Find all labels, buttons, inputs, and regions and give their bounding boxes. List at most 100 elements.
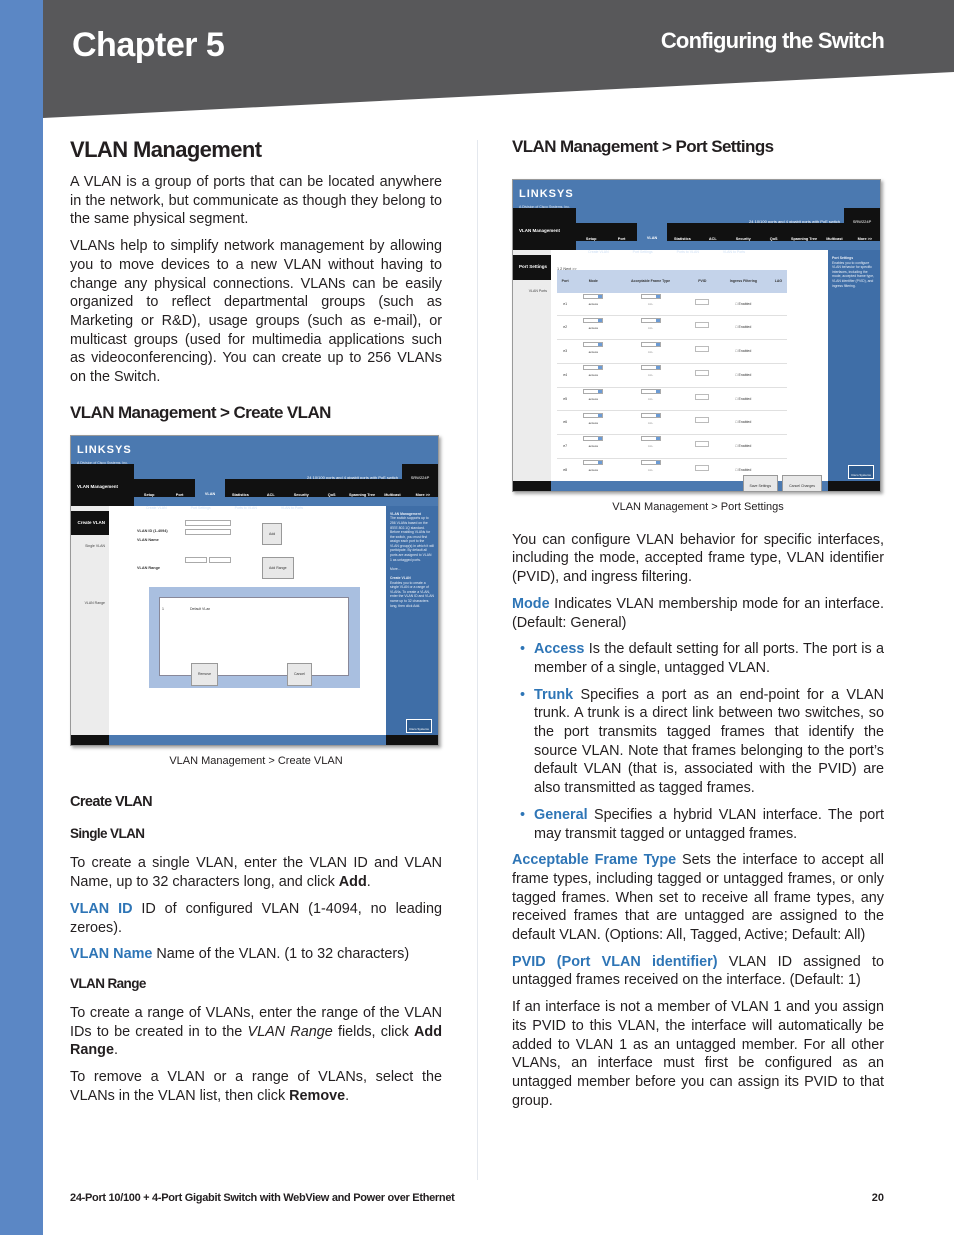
tab-more[interactable]: More >> (408, 479, 438, 497)
add-button[interactable]: Add (262, 522, 283, 546)
vlan-management-heading: VLAN Management (70, 137, 262, 162)
frame-type-select[interactable]: ALL (640, 389, 661, 401)
tab-statistics[interactable]: Statistics (225, 479, 255, 497)
subtab-vlan-to-ports[interactable]: VLAN to Ports (711, 241, 757, 254)
subtab-port-settings[interactable]: Port Settings (179, 497, 223, 510)
vlan-range-subheading: VLAN Range (70, 975, 146, 991)
mode-select[interactable]: access (583, 412, 604, 425)
mode-select[interactable]: access (583, 365, 604, 377)
tab-qos[interactable]: QoS (316, 479, 346, 497)
tab-vlan-management[interactable]: VLAN Management (636, 219, 668, 259)
subtab-vlan-to-ports[interactable]: VLAN to Ports (269, 497, 315, 510)
tab-multicast[interactable]: Multicast (377, 479, 407, 497)
pvid-input[interactable] (695, 440, 710, 447)
port-intro-paragraph: You can configure VLAN behavior for spec… (512, 531, 884, 586)
tab-vlan-management[interactable]: VLAN Management (194, 474, 226, 514)
pvid-input[interactable] (695, 393, 710, 400)
tab-acl[interactable]: ACL (256, 479, 286, 497)
port-cell: e2 (557, 315, 574, 341)
tab-setup[interactable]: Setup (134, 479, 164, 497)
tab-setup[interactable]: Setup (576, 223, 606, 241)
mode-select[interactable]: access (583, 317, 604, 330)
remove-button[interactable]: Remove (191, 663, 219, 686)
side-accent-bar (0, 0, 43, 1235)
create-vlan-heading: VLAN Management > Create VLAN (70, 402, 331, 422)
vlan-id-input[interactable] (185, 519, 231, 526)
port-row: e1 access ALL □ Enabled (557, 292, 787, 317)
range-start-input[interactable] (185, 556, 207, 563)
port-row: e5 access ALL □ Enabled (557, 387, 787, 412)
right-column: VLAN Management > Port Settings LINKSYS … (512, 135, 884, 1118)
frame-type-select[interactable]: ALL (640, 317, 661, 330)
pvid-input[interactable] (695, 322, 710, 329)
pvid-input[interactable] (695, 369, 710, 376)
tab-port-management[interactable]: Port Management (164, 479, 194, 516)
save-settings-button[interactable]: Save Settings (742, 474, 779, 491)
cisco-logo: Cisco Systems (406, 718, 432, 733)
tab-spanning-tree[interactable]: Spanning Tree (347, 479, 377, 497)
tab-more[interactable]: More >> (850, 223, 880, 241)
frame-type-definition: Acceptable Frame Type Sets the interface… (512, 852, 884, 944)
intro-paragraph-2: VLANs help to simplify network managemen… (70, 238, 442, 386)
mode-select[interactable]: access (583, 436, 604, 448)
create-vlan-caption: VLAN Management > Create VLAN (169, 754, 343, 767)
tab-statistics[interactable]: Statistics (667, 223, 697, 241)
mode-access-item: Access Is the default setting for all po… (520, 640, 884, 677)
tab-multicast[interactable]: Multicast (819, 223, 849, 241)
pvid-input[interactable] (695, 464, 710, 471)
tab-security[interactable]: Security (728, 223, 758, 241)
port-row: e6 access ALL □ Enabled (557, 410, 787, 435)
port-cell: e3 (557, 339, 574, 364)
mode-select[interactable]: access (583, 389, 604, 401)
cancel-changes-button[interactable]: Cancel Changes (782, 474, 822, 491)
chapter-title: Chapter 5 (72, 26, 225, 64)
tab-security[interactable]: Security (286, 479, 316, 497)
port-cell: e5 (557, 387, 574, 412)
port-settings-caption: VLAN Management > Port Settings (612, 501, 784, 513)
column-divider (477, 140, 478, 1180)
footer-product-name: 24-Port 10/100 + 4-Port Gigabit Switch w… (70, 1192, 455, 1204)
vlan-range-paragraph: To create a range of VLANs, enter the ra… (70, 1004, 442, 1059)
subtab-ports-to-vlan[interactable]: Ports to VLAN (665, 241, 711, 254)
mode-options-list: Access Is the default setting for all po… (512, 640, 884, 843)
tab-port-management[interactable]: Port Management (606, 223, 636, 260)
frame-type-select[interactable]: ALL (640, 460, 661, 472)
pvid-input[interactable] (695, 417, 710, 424)
subtab-port-settings[interactable]: Port Settings (621, 241, 665, 254)
lag-cell (769, 363, 787, 388)
vlan-list-panel: VLAN ID VLAN Name 1 Default VLan Remove … (149, 586, 360, 688)
vlan-list[interactable]: 1 Default VLan (159, 596, 349, 676)
cancel-button[interactable]: Cancel (287, 663, 312, 686)
mode-select[interactable]: access (583, 341, 604, 354)
frame-type-select[interactable]: ALL (640, 436, 661, 448)
pvid-input[interactable] (695, 298, 710, 305)
nav-tabs: Setup Port Management VLAN Management St… (134, 474, 438, 516)
single-vlan-subheading: Single VLAN (70, 826, 145, 842)
port-row: e2 access ALL □ Enabled (557, 315, 787, 341)
subtab-ports-to-vlan[interactable]: Ports to VLAN (223, 497, 269, 510)
tab-spanning-tree[interactable]: Spanning Tree (789, 223, 819, 241)
lag-cell (769, 434, 787, 459)
lag-cell (769, 387, 787, 412)
range-end-input[interactable] (209, 556, 231, 563)
help-panel: Port Settings Enables you to configure V… (828, 250, 880, 481)
frame-type-select[interactable]: ALL (640, 294, 661, 306)
port-row: e3 access ALL □ Enabled (557, 339, 787, 364)
subtab-create-vlan[interactable]: Create VLAN (576, 241, 621, 254)
vlan-name-definition: VLAN Name Name of the VLAN. (1 to 32 cha… (70, 946, 410, 963)
frame-type-select[interactable]: ALL (640, 412, 661, 425)
add-range-button[interactable]: Add Range (262, 556, 294, 580)
tab-qos[interactable]: QoS (758, 223, 788, 241)
mode-select[interactable]: access (583, 460, 604, 472)
cisco-logo: Cisco Systems (848, 465, 874, 479)
port-settings-heading: VLAN Management > Port Settings (512, 137, 774, 156)
subtab-create-vlan[interactable]: Create VLAN (134, 497, 179, 510)
mode-select[interactable]: access (583, 294, 604, 306)
frame-type-select[interactable]: ALL (640, 341, 661, 354)
vlan-name-input[interactable] (185, 528, 231, 535)
single-vlan-paragraph: To create a single VLAN, enter the VLAN … (70, 855, 442, 891)
tab-acl[interactable]: ACL (698, 223, 728, 241)
frame-type-select[interactable]: ALL (640, 365, 661, 377)
pvid-input[interactable] (695, 346, 710, 353)
ingress-filter-checkbox[interactable]: □ (735, 491, 738, 492)
